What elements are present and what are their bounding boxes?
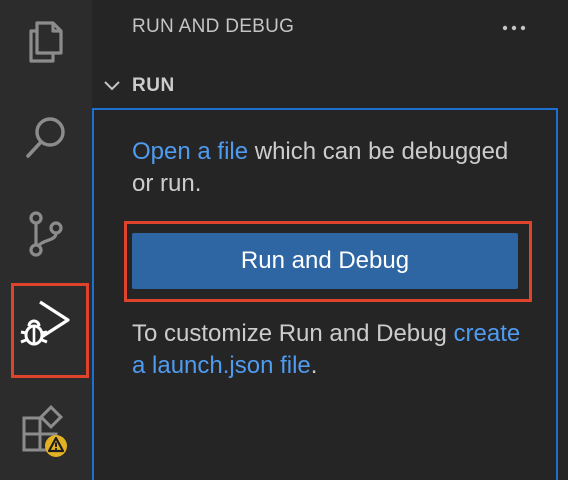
debug-icon-highlight: [11, 283, 89, 378]
activity-explorer[interactable]: [0, 4, 92, 80]
search-icon: [26, 117, 65, 158]
customize-period: .: [310, 352, 318, 379]
extensions-icon: [22, 404, 67, 457]
more-actions-button[interactable]: [498, 12, 530, 44]
files-icon: [29, 21, 63, 63]
open-file-link[interactable]: Open a file: [132, 138, 248, 165]
run-section-title: RUN: [132, 75, 175, 96]
run-button-highlight: [124, 221, 532, 302]
chevron-down-icon: [102, 76, 122, 96]
warning-badge-icon: [45, 435, 67, 457]
vscode-window: RUN AND DEBUG RUN Open a file which can …: [0, 0, 568, 480]
ellipsis-icon: [502, 25, 526, 31]
run-section-header[interactable]: RUN: [92, 66, 568, 106]
activity-extensions[interactable]: [0, 392, 92, 468]
customize-text: To customize Run and Debug: [132, 320, 454, 347]
activity-search[interactable]: [0, 100, 92, 176]
customize-message: To customize Run and Debug create a laun…: [132, 318, 532, 382]
open-file-message: Open a file which can be debugged or run…: [132, 136, 532, 200]
activity-source-control[interactable]: [0, 196, 92, 272]
activity-bar: [0, 0, 92, 480]
source-control-icon: [29, 211, 63, 257]
sidebar-title: RUN AND DEBUG: [132, 16, 295, 37]
